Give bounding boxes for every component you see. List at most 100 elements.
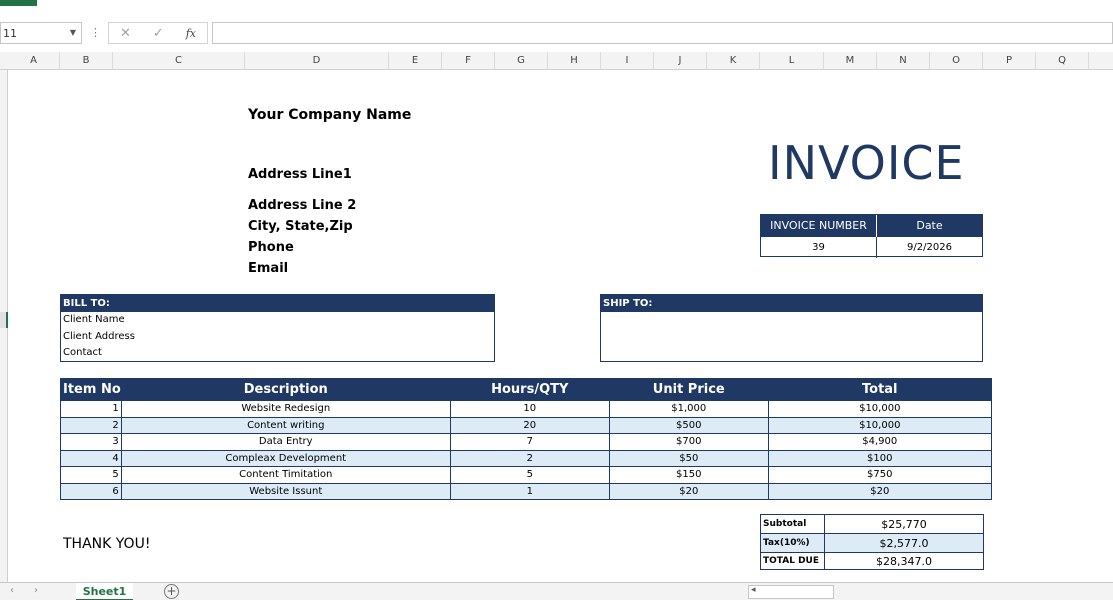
item-total[interactable]: $750: [767, 466, 992, 484]
invoice-number-header[interactable]: INVOICE NUMBER: [761, 215, 877, 237]
item-total[interactable]: $10,000: [767, 416, 992, 434]
totals-table: Subtotal $25,770 Tax(10%) $2,577.0 TOTAL…: [760, 514, 984, 570]
total-due-label[interactable]: TOTAL DUE: [760, 552, 825, 570]
col-header-k[interactable]: K: [707, 52, 760, 70]
ship-to-header[interactable]: SHIP TO:: [601, 295, 982, 312]
bill-to-header[interactable]: BILL TO:: [61, 295, 494, 312]
item-total[interactable]: $100: [767, 449, 992, 467]
header-item-no[interactable]: Item No: [60, 378, 122, 401]
item-qty[interactable]: 1: [449, 482, 610, 500]
total-due-value[interactable]: $28,347.0: [824, 552, 984, 570]
item-total[interactable]: $4,900: [767, 433, 992, 451]
items-table: Item No Description Hours/QTY Unit Price…: [60, 378, 992, 500]
item-total[interactable]: $10,000: [767, 400, 992, 418]
item-no[interactable]: 4: [60, 449, 122, 467]
col-header-b[interactable]: B: [60, 52, 113, 70]
company-name[interactable]: Your Company Name: [248, 107, 411, 123]
email[interactable]: Email: [248, 261, 288, 276]
item-no[interactable]: 1: [60, 400, 122, 418]
col-header-f[interactable]: F: [442, 52, 495, 70]
col-header-o[interactable]: O: [930, 52, 983, 70]
col-header-m[interactable]: M: [824, 52, 877, 70]
name-box[interactable]: 11 ▼: [0, 22, 82, 44]
col-header-q[interactable]: Q: [1036, 52, 1089, 70]
date-value[interactable]: 9/2/2026: [877, 237, 982, 258]
item-total[interactable]: $20: [767, 482, 992, 500]
item-no[interactable]: 2: [60, 416, 122, 434]
item-qty[interactable]: 5: [449, 466, 610, 484]
horizontal-scrollbar[interactable]: ◂: [748, 585, 834, 599]
header-description[interactable]: Description: [120, 378, 451, 401]
cancel-icon[interactable]: ✕: [120, 26, 131, 41]
items-header-row: Item No Description Hours/QTY Unit Price…: [60, 378, 992, 401]
item-no[interactable]: 5: [60, 466, 122, 484]
chevron-right-icon[interactable]: ›: [34, 585, 38, 596]
item-price[interactable]: $500: [608, 416, 769, 434]
formula-input[interactable]: [212, 22, 1113, 44]
col-header-e[interactable]: E: [389, 52, 442, 70]
table-row: 4 Compleax Development 2 $50 $100: [60, 449, 992, 467]
item-qty[interactable]: 7: [449, 433, 610, 451]
item-description[interactable]: Website Redesign: [120, 400, 451, 418]
invoice-number-value[interactable]: 39: [761, 237, 877, 258]
item-qty[interactable]: 2: [449, 449, 610, 467]
col-header-a[interactable]: A: [8, 52, 60, 70]
insert-function-icon[interactable]: fx: [186, 27, 196, 40]
bill-to-client-address[interactable]: Client Address: [61, 329, 494, 346]
item-description[interactable]: Website Issunt: [120, 482, 451, 500]
item-price[interactable]: $50: [608, 449, 769, 467]
col-header-c[interactable]: C: [113, 52, 245, 70]
col-header-i[interactable]: I: [601, 52, 654, 70]
item-price[interactable]: $20: [608, 482, 769, 500]
thank-you-text[interactable]: THANK YOU!: [63, 536, 150, 552]
bill-to-box: BILL TO: Client Name Client Address Cont…: [60, 294, 495, 362]
more-icon[interactable]: ⋮: [90, 26, 101, 39]
item-qty[interactable]: 10: [449, 400, 610, 418]
item-description[interactable]: Data Entry: [120, 433, 451, 451]
add-sheet-icon[interactable]: +: [164, 584, 179, 599]
item-qty[interactable]: 20: [449, 416, 610, 434]
chevron-down-icon[interactable]: ▼: [70, 28, 76, 37]
address-line-1[interactable]: Address Line1: [248, 167, 352, 182]
col-header-n[interactable]: N: [877, 52, 930, 70]
tax-value[interactable]: $2,577.0: [824, 533, 984, 553]
scroll-left-icon[interactable]: ◂: [751, 585, 756, 595]
item-price[interactable]: $1,000: [608, 400, 769, 418]
header-unit-price[interactable]: Unit Price: [608, 378, 769, 401]
city-state-zip[interactable]: City, State,Zip: [248, 219, 353, 234]
address-line-2[interactable]: Address Line 2: [248, 198, 356, 213]
bill-to-client-name[interactable]: Client Name: [61, 312, 494, 329]
chevron-left-icon[interactable]: ‹: [10, 585, 14, 596]
invoice-title[interactable]: INVOICE: [768, 136, 965, 190]
col-header-l[interactable]: L: [760, 52, 824, 70]
sheet-tab-sheet1[interactable]: Sheet1: [76, 583, 133, 600]
header-total[interactable]: Total: [767, 378, 992, 401]
item-no[interactable]: 3: [60, 433, 122, 451]
invoice-number-box: INVOICE NUMBER Date 39 9/2/2026: [760, 214, 983, 258]
col-header-g[interactable]: G: [495, 52, 548, 70]
header-hours-qty[interactable]: Hours/QTY: [449, 378, 610, 401]
item-price[interactable]: $700: [608, 433, 769, 451]
tax-row: Tax(10%) $2,577.0: [760, 533, 984, 553]
confirm-icon[interactable]: ✓: [153, 26, 164, 41]
subtotal-value[interactable]: $25,770: [824, 514, 984, 534]
col-header-d[interactable]: D: [245, 52, 389, 70]
item-description[interactable]: Content Timitation: [120, 466, 451, 484]
item-description[interactable]: Content writing: [120, 416, 451, 434]
item-description[interactable]: Compleax Development: [120, 449, 451, 467]
phone[interactable]: Phone: [248, 240, 294, 255]
date-header[interactable]: Date: [877, 215, 982, 237]
col-header-j[interactable]: J: [654, 52, 707, 70]
item-no[interactable]: 6: [60, 482, 122, 500]
table-row: 5 Content Timitation 5 $150 $750: [60, 466, 992, 484]
col-header-p[interactable]: P: [983, 52, 1036, 70]
item-price[interactable]: $150: [608, 466, 769, 484]
subtotal-row: Subtotal $25,770: [760, 514, 984, 534]
tax-label[interactable]: Tax(10%): [760, 533, 825, 553]
ship-to-box: SHIP TO:: [600, 294, 983, 362]
col-header-h[interactable]: H: [548, 52, 601, 70]
formula-bar: 11 ▼ ⋮ ✕ ✓ fx: [0, 18, 1113, 50]
bill-to-contact[interactable]: Contact: [61, 345, 494, 362]
row-headers[interactable]: [0, 70, 8, 582]
subtotal-label[interactable]: Subtotal: [760, 514, 825, 534]
